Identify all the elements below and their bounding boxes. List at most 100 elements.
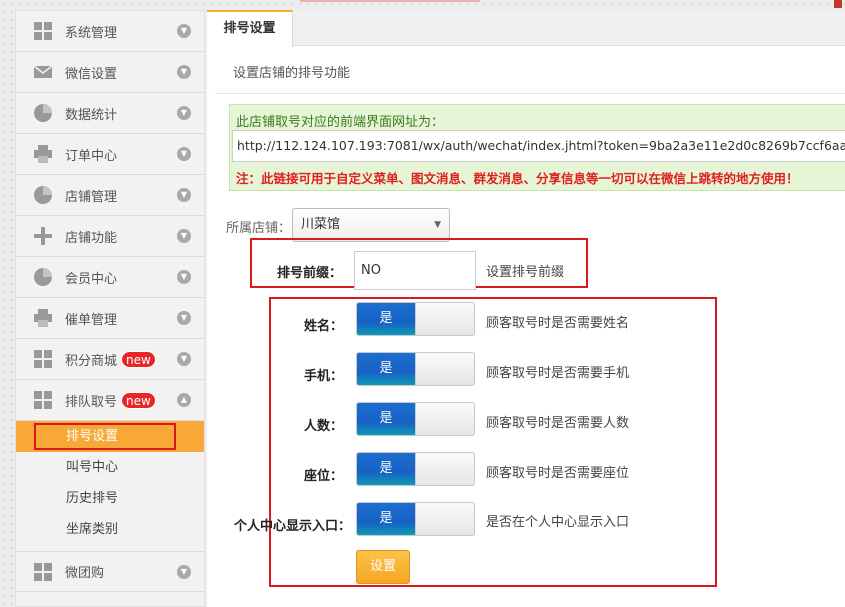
annotation-highlight-box (269, 297, 717, 587)
sidebar-item-wechat[interactable]: 微信设置 ▼ (16, 52, 204, 93)
toggle-off-side (415, 303, 474, 335)
plus-icon (33, 226, 53, 246)
sidebar-item-points-mall[interactable]: 积分商城 new ▼ (16, 339, 204, 380)
party-size-hint: 顾客取号时是否需要人数 (486, 416, 630, 431)
sidebar-item-orders[interactable]: 订单中心 ▼ (16, 134, 204, 175)
phone-label: 手机： (304, 369, 344, 384)
submenu-item-label: 坐席类别 (66, 522, 119, 537)
sidebar-item-label: 系统管理 (65, 25, 118, 41)
pie-chart-icon (33, 267, 53, 287)
toggle-off-side (415, 503, 474, 535)
prefix-label: 排号前缀： (277, 266, 343, 281)
sidebar-item-statistics[interactable]: 数据统计 ▼ (16, 93, 204, 134)
toggle-on-label: 是 (357, 403, 415, 435)
phone-toggle[interactable]: 是 (356, 352, 475, 386)
sidebar-item-label: 订单中心 (65, 148, 118, 164)
grid-icon (33, 562, 53, 582)
prefix-input[interactable] (354, 251, 476, 290)
sidebar-item-store-management[interactable]: 店铺管理 ▼ (16, 175, 204, 216)
chevron-down-icon[interactable]: ▼ (177, 147, 191, 161)
grid-icon (33, 390, 53, 410)
member-center-entry-toggle[interactable]: 是 (356, 502, 475, 536)
sidebar-item-label: 店铺管理 (65, 189, 118, 205)
sidebar-item-members[interactable]: 会员中心 ▼ (16, 257, 204, 298)
url-notice: 此店铺取号对应的前端界面网址为： http://112.124.107.193:… (229, 104, 845, 191)
sidebar-item-label: 微团购 (65, 566, 105, 581)
name-toggle[interactable]: 是 (356, 302, 475, 336)
chevron-down-icon[interactable]: ▼ (177, 65, 191, 79)
toggle-on-label: 是 (357, 353, 415, 385)
seat-toggle[interactable]: 是 (356, 452, 475, 486)
chevron-down-icon[interactable]: ▼ (177, 188, 191, 202)
mail-icon (33, 62, 53, 82)
store-select[interactable]: 川菜馆 ▼ (292, 208, 450, 242)
sidebar-item-label: 催单管理 (65, 312, 118, 328)
sidebar-item-queue[interactable]: 排队取号 new ▲ (16, 380, 204, 421)
sidebar: 系统管理 ▼ 微信设置 ▼ 数据统计 ▼ 订单中心 ▼ 店铺管理 ▼ 店铺功能 … (15, 10, 205, 607)
top-edge (0, 0, 845, 8)
member-center-entry-hint: 是否在个人中心显示入口 (486, 515, 630, 530)
submenu-item-label: 历史排号 (66, 491, 119, 506)
sidebar-item-reminders[interactable]: 催单管理 ▼ (16, 298, 204, 339)
toggle-on-label: 是 (357, 303, 415, 335)
submenu-item-history[interactable]: 历史排号 (16, 483, 204, 514)
chevron-down-icon[interactable]: ▼ (177, 270, 191, 284)
party-size-toggle[interactable]: 是 (356, 402, 475, 436)
sidebar-item-label: 会员中心 (65, 271, 118, 287)
grid-icon (33, 349, 53, 369)
pie-chart-icon (33, 185, 53, 205)
toggle-on-label: 是 (357, 503, 415, 535)
printer-icon (33, 144, 53, 164)
party-size-label: 人数： (304, 419, 344, 434)
submenu-item-seat-types[interactable]: 坐席类别 (16, 514, 204, 545)
tab-bar: 排号设置 (207, 10, 845, 47)
chevron-up-icon[interactable]: ▲ (177, 393, 191, 407)
sidebar-item-group-buy[interactable]: 微团购 ▼ (16, 551, 204, 592)
chevron-down-icon[interactable]: ▼ (177, 229, 191, 243)
sidebar-item-label: 积分商城 (65, 353, 118, 369)
main-panel: 排号设置 设置店铺的排号功能 此店铺取号对应的前端界面网址为： http://1… (207, 10, 845, 607)
sidebar-item-label: 微信设置 (65, 66, 118, 82)
divider (215, 93, 845, 94)
toggle-off-side (415, 353, 474, 385)
seat-label: 座位： (304, 469, 344, 484)
page-subtitle: 设置店铺的排号功能 (233, 66, 351, 81)
sidebar-item-store-features[interactable]: 店铺功能 ▼ (16, 216, 204, 257)
notice-warning: 注：此链接可用于自定义菜单、图文消息、群发消息、分享信息等一切可以在微信上跳转的… (236, 171, 799, 186)
name-label: 姓名： (304, 319, 344, 334)
submenu-item-label: 叫号中心 (66, 460, 119, 475)
chevron-down-icon[interactable]: ▼ (177, 24, 191, 38)
save-settings-button[interactable]: 设置 (356, 550, 410, 584)
phone-hint: 顾客取号时是否需要手机 (486, 366, 630, 381)
sidebar-item-label: 排队取号 (65, 394, 118, 410)
top-corner-marker (834, 0, 842, 8)
tab-queue-settings[interactable]: 排号设置 (207, 10, 293, 47)
dropdown-arrow-icon: ▼ (434, 220, 441, 230)
annotation-highlight-box (34, 423, 176, 450)
chevron-down-icon[interactable]: ▼ (177, 106, 191, 120)
top-red-line (300, 0, 480, 2)
frontend-url-field[interactable]: http://112.124.107.193:7081/wx/auth/wech… (232, 130, 845, 162)
sidebar-item-label: 店铺功能 (65, 230, 118, 246)
grid-icon (33, 21, 53, 41)
chevron-down-icon[interactable]: ▼ (177, 565, 191, 579)
toggle-on-label: 是 (357, 453, 415, 485)
new-badge: new (121, 391, 156, 409)
toggle-off-side (415, 403, 474, 435)
member-center-entry-label: 个人中心显示入口： (234, 519, 352, 534)
sidebar-item-label: 数据统计 (65, 107, 118, 123)
prefix-hint: 设置排号前缀 (486, 265, 565, 280)
submenu-item-queue-settings[interactable]: 排号设置 (16, 421, 204, 452)
queue-submenu: 排号设置 叫号中心 历史排号 坐席类别 (16, 421, 204, 545)
store-label: 所属店铺： (226, 221, 292, 236)
printer-icon (33, 308, 53, 328)
new-badge: new (121, 350, 156, 368)
sidebar-item-system[interactable]: 系统管理 ▼ (16, 11, 204, 52)
name-hint: 顾客取号时是否需要姓名 (486, 316, 630, 331)
chevron-down-icon[interactable]: ▼ (177, 311, 191, 325)
toggle-off-side (415, 453, 474, 485)
pie-chart-icon (33, 103, 53, 123)
store-select-value: 川菜馆 (301, 217, 341, 232)
chevron-down-icon[interactable]: ▼ (177, 352, 191, 366)
submenu-item-call-center[interactable]: 叫号中心 (16, 452, 204, 483)
